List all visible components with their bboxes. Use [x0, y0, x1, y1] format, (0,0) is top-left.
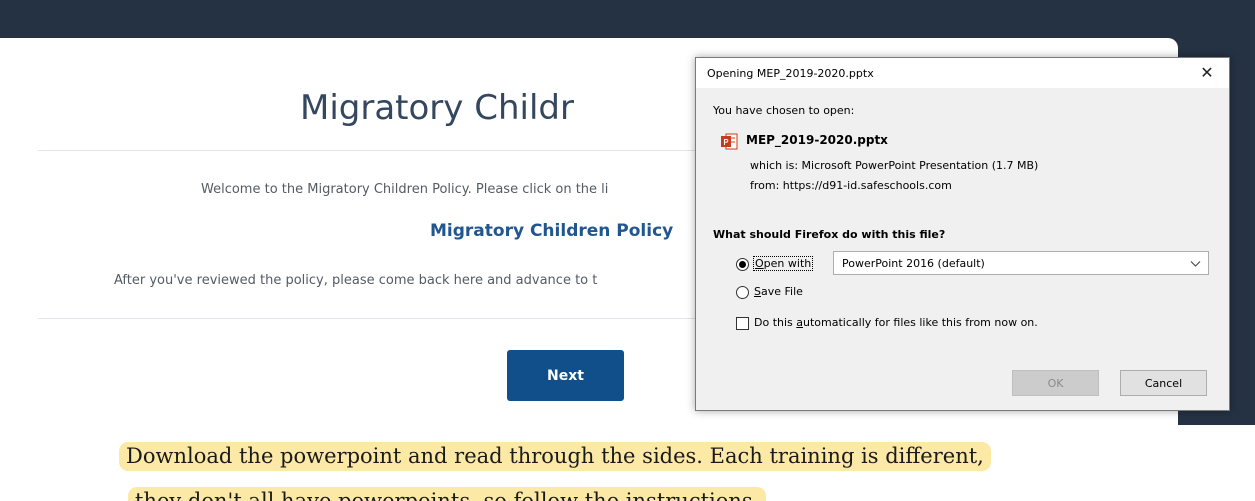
application-select[interactable]: PowerPoint 2016 (default) [833, 251, 1209, 275]
save-file-radio[interactable] [736, 286, 749, 299]
file-type-info: which is: Microsoft PowerPoint Presentat… [750, 159, 1039, 172]
application-select-value: PowerPoint 2016 (default) [842, 257, 985, 270]
policy-link[interactable]: Migratory Children Policy [430, 221, 673, 241]
chevron-down-icon [1190, 261, 1201, 267]
next-button[interactable]: Next [507, 350, 624, 401]
file-source-info: from: https://d91-id.safeschools.com [750, 179, 952, 192]
auto-action-label-access-key: a [796, 316, 804, 329]
powerpoint-file-icon [721, 133, 738, 150]
open-with-label[interactable]: Open with [752, 256, 814, 271]
page-title: Migratory Childr [300, 88, 574, 128]
welcome-text: Welcome to the Migratory Children Policy… [201, 182, 609, 197]
caption-line-1: Download the powerpoint and read through… [119, 442, 991, 471]
close-icon[interactable]: ✕ [1185, 58, 1229, 88]
caption-line-2: they don't all have powerpoints, so foll… [128, 487, 767, 501]
action-question: What should Firefox do with this file? [713, 228, 946, 241]
dialog-title: Opening MEP_2019-2020.pptx [707, 67, 874, 80]
file-name: MEP_2019-2020.pptx [746, 133, 888, 147]
instructions-text: After you've reviewed the policy, please… [114, 273, 598, 288]
ok-button[interactable]: OK [1012, 370, 1099, 396]
cancel-button[interactable]: Cancel [1120, 370, 1207, 396]
save-file-label[interactable]: Save File [754, 285, 803, 298]
open-with-radio[interactable] [736, 258, 749, 271]
open-with-label-access-key: O [755, 257, 764, 270]
download-dialog: Opening MEP_2019-2020.pptx ✕ You have ch… [695, 57, 1230, 411]
dialog-titlebar: Opening MEP_2019-2020.pptx ✕ [696, 58, 1229, 88]
auto-action-checkbox[interactable] [736, 317, 749, 330]
chosen-label: You have chosen to open: [713, 104, 855, 117]
auto-action-label[interactable]: Do this automatically for files like thi… [754, 316, 1038, 329]
save-file-label-access-key: S [754, 285, 761, 298]
